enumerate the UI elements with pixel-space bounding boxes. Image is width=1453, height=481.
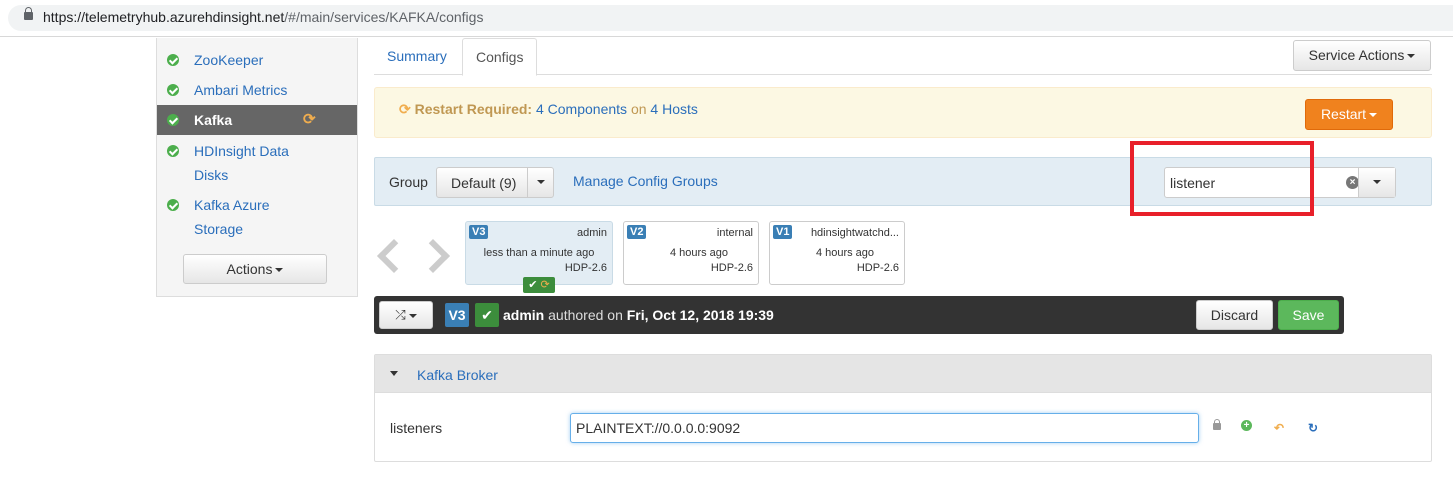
lock-icon [24, 7, 33, 20]
group-select[interactable]: Default (9) [436, 167, 554, 198]
caret-down-icon [536, 180, 545, 185]
version-time: 4 hours ago [669, 247, 729, 259]
version-card-v3[interactable]: V3 admin less than a minute ago HDP-2.6 [465, 221, 613, 285]
check-circle-icon [167, 114, 179, 126]
authored-info: admin authored on Fri, Oct 12, 2018 19:3… [503, 307, 774, 323]
group-selected: Default (9) [451, 175, 517, 191]
caret-down-icon [275, 268, 284, 273]
section-header[interactable]: Kafka Broker [375, 355, 1431, 393]
restart-message: ⟳ Restart Required: 4 Components on 4 Ho… [399, 101, 698, 118]
plus-circle-icon[interactable]: + [1241, 420, 1252, 431]
version-badge: V2 [627, 225, 647, 239]
version-time: less than a minute ago [483, 247, 595, 259]
version-card-v2[interactable]: V2 internal 4 hours ago HDP-2.6 [623, 221, 759, 285]
actions-label: Actions [226, 261, 273, 277]
tab-summary[interactable]: Summary [374, 38, 460, 75]
listeners-input[interactable] [570, 413, 1199, 443]
authored-date: Fri, Oct 12, 2018 19:39 [626, 307, 774, 323]
url-host: https://telemetryhub.azurehdinsight.net [43, 9, 285, 25]
service-actions-label: Service Actions [1308, 47, 1405, 63]
sidebar-item-ambari-metrics[interactable]: Ambari Metrics [157, 78, 357, 102]
check-icon: ✔ [475, 303, 499, 327]
sidebar-item-label: Kafka Azure Storage [194, 197, 270, 237]
check-circle-icon [167, 84, 179, 96]
check-icon: ✔ [528, 279, 538, 291]
section-title[interactable]: Kafka Broker [417, 367, 498, 383]
restart-required-alert: ⟳ Restart Required: 4 Components on 4 Ho… [374, 87, 1432, 138]
group-label: Group [389, 174, 428, 190]
version-author: hdinsightwatchd... [810, 227, 899, 239]
caret-down-icon [1369, 113, 1378, 118]
highlight-box [1130, 141, 1314, 216]
check-circle-icon [167, 199, 179, 211]
sidebar-item-hdinsight-data-disks[interactable]: HDInsight Data Disks [157, 138, 357, 186]
sidebar-item-label: Ambari Metrics [194, 82, 288, 98]
tab-configs[interactable]: Configs [462, 38, 538, 76]
caret-down-icon [390, 371, 398, 376]
discard-button[interactable]: Discard [1196, 300, 1273, 330]
version-stack: HDP-2.6 [564, 262, 607, 274]
hosts-link[interactable]: 4 Hosts [650, 101, 697, 117]
restart-button[interactable]: Restart [1305, 99, 1393, 130]
sidebar-item-kafka[interactable]: Kafka ⟳ [157, 105, 357, 135]
version-badge: V1 [773, 225, 793, 239]
chevron-left-icon[interactable] [375, 238, 401, 274]
manage-config-groups-link[interactable]: Manage Config Groups [573, 173, 718, 189]
property-name: listeners [390, 420, 443, 436]
check-circle-icon [167, 54, 179, 66]
compare-dropdown-button[interactable]: ⤮ [379, 301, 433, 329]
shuffle-icon: ⤮ [395, 307, 406, 322]
sidebar-item-label: Kafka [194, 112, 233, 128]
version-badge: V3 [469, 225, 489, 239]
sidebar-item-zookeeper[interactable]: ZooKeeper [157, 48, 357, 72]
refresh-icon: ⟳ [399, 101, 411, 117]
restart-required-label: Restart Required: [414, 101, 533, 117]
refresh-icon: ⟳ [303, 111, 316, 128]
caret-down-icon [408, 313, 417, 318]
caret-down-icon [1407, 54, 1416, 59]
filter-dropdown-toggle[interactable] [1358, 168, 1395, 197]
lock-icon[interactable] [1213, 419, 1221, 430]
sidebar-item-label: ZooKeeper [194, 52, 264, 68]
services-sidebar: ZooKeeper Ambari Metrics Kafka ⟳ HDInsig… [156, 38, 358, 297]
current-version-bar: ⤮ V3 ✔ admin authored on Fri, Oct 12, 20… [374, 296, 1344, 334]
service-actions-button[interactable]: Service Actions [1293, 40, 1431, 71]
kafka-broker-section: Kafka Broker listeners + ↶ ↻ [374, 354, 1432, 462]
group-dropdown-toggle[interactable] [527, 168, 553, 197]
sidebar-item-kafka-azure-storage[interactable]: Kafka Azure Storage [157, 192, 357, 240]
sidebar-item-label: HDInsight Data Disks [194, 143, 289, 183]
url-text[interactable]: https://telemetryhub.azurehdinsight.net/… [43, 9, 483, 25]
version-author: internal [716, 227, 753, 239]
version-time: 4 hours ago [815, 247, 875, 259]
on-text: on [630, 101, 647, 117]
current-version-badge: V3 [445, 303, 469, 327]
current-version-badge: ✔ ⟳ [523, 277, 555, 293]
chevron-right-icon[interactable] [423, 238, 449, 274]
restart-label: Restart [1320, 106, 1367, 122]
authored-on-text: authored on [548, 307, 623, 323]
caret-down-icon [1373, 180, 1381, 185]
undo-icon[interactable]: ↶ [1274, 421, 1284, 435]
browser-address-bar: https://telemetryhub.azurehdinsight.net/… [0, 0, 1453, 37]
version-stack: HDP-2.6 [856, 262, 899, 274]
author-name: admin [503, 307, 545, 323]
refresh-icon: ⟳ [540, 279, 550, 291]
service-tabs: Summary Configs [374, 38, 1432, 76]
actions-button[interactable]: Actions [183, 254, 327, 284]
save-button[interactable]: Save [1278, 300, 1339, 330]
version-stack: HDP-2.6 [710, 262, 753, 274]
version-author: admin [577, 227, 607, 239]
refresh-icon[interactable]: ↻ [1308, 421, 1318, 435]
version-card-v1[interactable]: V1 hdinsightwatchd... 4 hours ago HDP-2.… [769, 221, 905, 285]
components-link[interactable]: 4 Components [536, 101, 627, 117]
url-path: /#/main/services/KAFKA/configs [284, 9, 484, 25]
check-circle-icon [167, 145, 179, 157]
